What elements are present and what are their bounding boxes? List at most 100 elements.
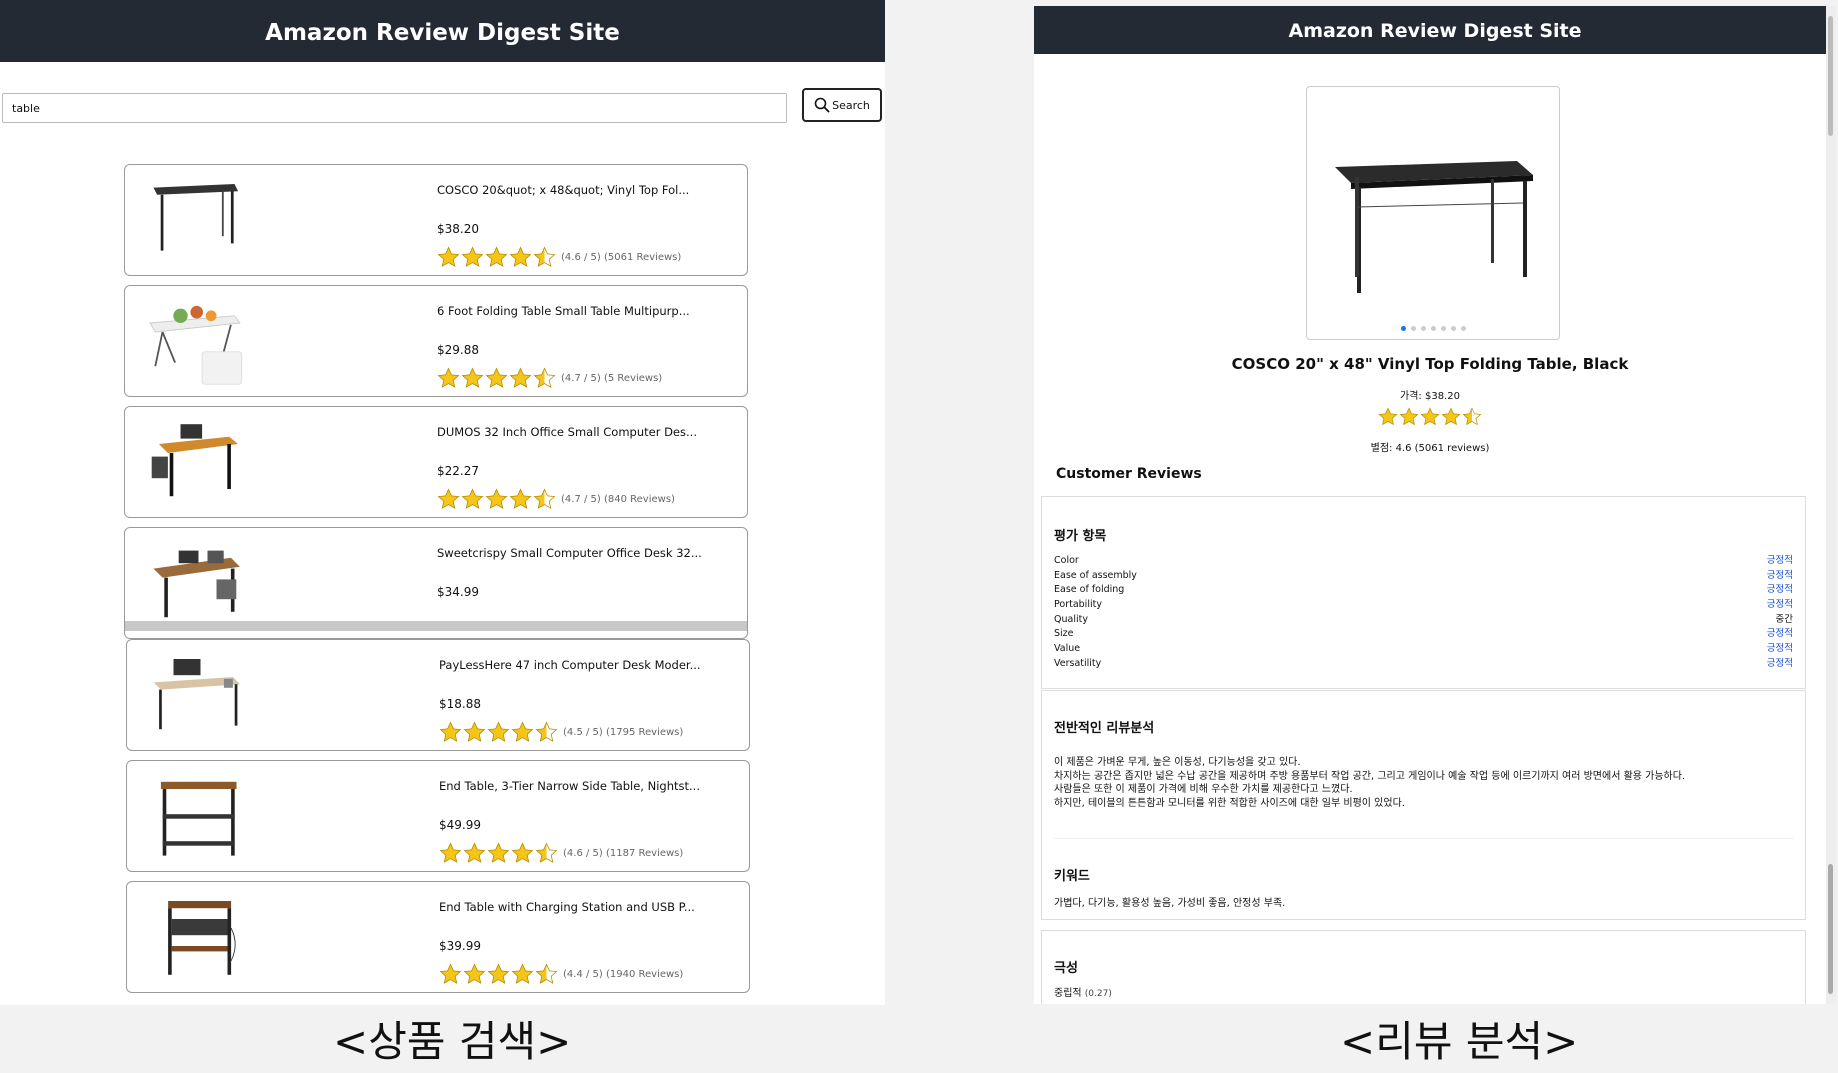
search-button-label: Search bbox=[832, 98, 870, 112]
product-card[interactable]: Sweetcrispy Small Computer Office Desk 3… bbox=[124, 527, 748, 639]
criteria-value: 긍정적 bbox=[1766, 643, 1793, 655]
gallery-dot[interactable] bbox=[1450, 326, 1456, 331]
gallery-dot[interactable] bbox=[1430, 326, 1436, 331]
product-price: $49.99 bbox=[439, 818, 481, 832]
criteria-title: 평가 항목 bbox=[1054, 529, 1107, 544]
product-rating-stars bbox=[1034, 407, 1826, 427]
rating-text: (4.6 / 5) (5061 Reviews) bbox=[561, 252, 682, 263]
search-caption: <상품 검색> bbox=[333, 1017, 572, 1066]
star-icon bbox=[509, 367, 532, 388]
gallery-dot[interactable] bbox=[1410, 326, 1416, 331]
reviews-scrollbar[interactable] bbox=[1826, 494, 1836, 1004]
summary-title: 전반적인 리뷰분석 bbox=[1054, 721, 1155, 736]
gallery-dot[interactable] bbox=[1400, 326, 1406, 331]
star-icon bbox=[461, 367, 484, 388]
criteria-name: Quality bbox=[1054, 613, 1088, 625]
product-price: $39.99 bbox=[439, 939, 481, 953]
star-icon bbox=[437, 367, 460, 388]
rating-text: (4.4 / 5) (1940 Reviews) bbox=[563, 969, 684, 980]
product-rating: (4.5 / 5) (1795 Reviews) bbox=[439, 721, 683, 744]
criteria-row: Size 긍정적 bbox=[1054, 627, 1793, 642]
summary-line: 차지하는 공간은 좁지만 넓은 수납 공간을 제공하며 주방 용품부터 작업 공… bbox=[1054, 770, 1686, 782]
product-name: COSCO 20&quot; x 48&quot; Vinyl Top Fol.… bbox=[437, 183, 690, 197]
criteria-row: Ease of folding 긍정적 bbox=[1054, 583, 1793, 598]
product-rating: (4.4 / 5) (1940 Reviews) bbox=[439, 963, 683, 986]
rating-text: (4.5 / 5) (1795 Reviews) bbox=[563, 727, 684, 738]
product-name: DUMOS 32 Inch Office Small Computer Des.… bbox=[437, 425, 697, 439]
product-name: PayLessHere 47 inch Computer Desk Moder.… bbox=[439, 658, 701, 672]
product-title: COSCO 20" x 48" Vinyl Top Folding Table,… bbox=[1231, 355, 1629, 373]
product-thumbnail bbox=[160, 781, 237, 856]
product-name: End Table, 3-Tier Narrow Side Table, Nig… bbox=[439, 779, 700, 793]
criteria-row: Quality 중간 bbox=[1054, 613, 1793, 628]
gallery-dot[interactable] bbox=[1440, 326, 1446, 331]
star-icon bbox=[509, 488, 532, 509]
product-rating: (4.7 / 5) (840 Reviews) bbox=[437, 488, 675, 511]
star-icon bbox=[533, 246, 556, 267]
star-icon bbox=[463, 721, 486, 742]
product-thumbnail bbox=[168, 901, 236, 975]
card-scrollbar[interactable] bbox=[125, 621, 747, 631]
product-card[interactable]: COSCO 20&quot; x 48&quot; Vinyl Top Fol.… bbox=[124, 164, 748, 276]
criteria-row: Value 긍정적 bbox=[1054, 642, 1793, 657]
keywords-text: 가볍다, 다기능, 활용성 높음, 가성비 좋음, 안정성 부족. bbox=[1054, 898, 1286, 909]
product-thumbnail bbox=[149, 305, 243, 385]
gallery-dot[interactable] bbox=[1420, 326, 1426, 331]
product-card[interactable]: DUMOS 32 Inch Office Small Computer Des.… bbox=[124, 406, 748, 518]
star-icon bbox=[463, 963, 486, 984]
product-card[interactable]: PayLessHere 47 inch Computer Desk Moder.… bbox=[126, 639, 750, 751]
polarity-label: 중립적 bbox=[1054, 988, 1082, 999]
gallery-dots bbox=[1307, 326, 1559, 331]
gallery-dot[interactable] bbox=[1460, 326, 1466, 331]
product-price: $38.20 bbox=[437, 222, 479, 236]
review-screen: Amazon Review Digest Site COSCO 20" x 48… bbox=[1034, 6, 1836, 1004]
star-icon bbox=[1399, 407, 1419, 426]
criteria-value: 긍정적 bbox=[1766, 657, 1793, 669]
star-icon bbox=[437, 488, 460, 509]
search-screen: Amazon Review Digest Site Search COSCO 2… bbox=[0, 0, 885, 1005]
search-input[interactable] bbox=[2, 93, 787, 123]
star-icon bbox=[485, 367, 508, 388]
criteria-box: 평가 항목 Color 긍정적 Ease of assembly 긍정적 Ease of… bbox=[1041, 496, 1806, 689]
search-icon bbox=[814, 97, 830, 113]
product-thumbnail bbox=[151, 424, 239, 497]
product-card[interactable]: 6 Foot Folding Table Small Table Multipu… bbox=[124, 285, 748, 397]
star-icon bbox=[461, 246, 484, 267]
star-icon bbox=[439, 963, 462, 984]
site-header: Amazon Review Digest Site bbox=[0, 0, 885, 62]
polarity-value: 중립적 (0.27) bbox=[1054, 984, 1793, 999]
star-icon bbox=[487, 721, 510, 742]
divider bbox=[1054, 838, 1793, 839]
product-rating: (4.6 / 5) (5061 Reviews) bbox=[437, 246, 681, 269]
product-card[interactable]: End Table with Charging Station and USB … bbox=[126, 881, 750, 993]
product-price: $34.99 bbox=[437, 585, 479, 599]
star-icon bbox=[511, 842, 534, 863]
star-icon bbox=[1420, 407, 1440, 426]
summary-line: 사람들은 또한 이 제품이 가격에 비해 우수한 가치를 제공한다고 느꼈다. bbox=[1054, 784, 1353, 795]
star-icon bbox=[535, 842, 558, 863]
keywords-title: 키워드 bbox=[1054, 869, 1090, 884]
star-icon bbox=[511, 963, 534, 984]
product-image bbox=[1335, 161, 1533, 293]
product-rating-text: 별점: 4.6 (5061 reviews) bbox=[1370, 443, 1490, 454]
star-icon bbox=[485, 488, 508, 509]
criteria-name: Value bbox=[1054, 643, 1081, 655]
product-thumbnail bbox=[153, 659, 241, 730]
search-button[interactable]: Search bbox=[802, 88, 882, 122]
polarity-box: 극성 중립적 (0.27) bbox=[1041, 930, 1806, 1004]
summary-text: 이 제품은 가벼운 무게, 높은 이동성, 다기능성을 갖고 있다. 차지하는 공… bbox=[1054, 756, 1793, 810]
star-icon bbox=[439, 842, 462, 863]
product-rating: (4.6 / 5) (1187 Reviews) bbox=[439, 842, 683, 865]
product-price: $29.88 bbox=[437, 343, 479, 357]
criteria-list: Color 긍정적 Ease of assembly 긍정적 Ease of foldi… bbox=[1054, 554, 1793, 672]
criteria-row: Ease of assembly 긍정적 bbox=[1054, 569, 1793, 584]
polarity-score: (0.27) bbox=[1084, 989, 1112, 999]
criteria-name: Ease of assembly bbox=[1054, 569, 1137, 581]
product-image-gallery[interactable] bbox=[1306, 86, 1560, 340]
product-price: $22.27 bbox=[437, 464, 479, 478]
summary-box: 전반적인 리뷰분석 이 제품은 가벼운 무게, 높은 이동성, 다기능성을 갖고… bbox=[1041, 690, 1806, 920]
star-icon bbox=[1441, 407, 1461, 426]
product-card[interactable]: End Table, 3-Tier Narrow Side Table, Nig… bbox=[126, 760, 750, 872]
criteria-name: Size bbox=[1054, 628, 1074, 640]
criteria-value: 긍정적 bbox=[1766, 569, 1793, 581]
